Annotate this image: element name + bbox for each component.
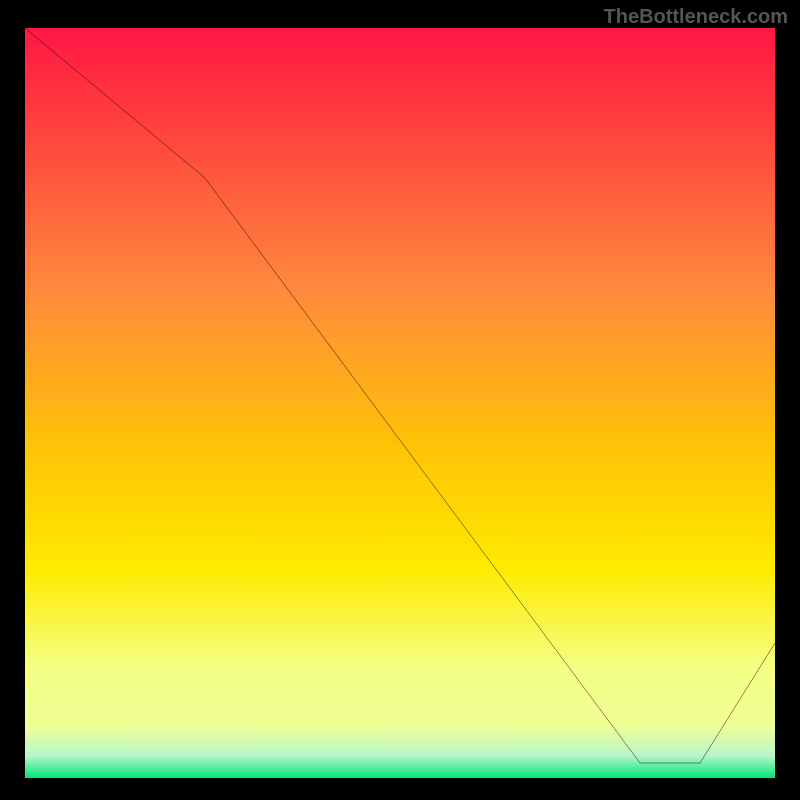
watermark-label: TheBottleneck.com: [604, 6, 788, 29]
chart-frame: TheBottleneck.com: [0, 0, 800, 800]
bottleneck-chart: [25, 28, 775, 778]
heat-gradient: [25, 28, 775, 778]
